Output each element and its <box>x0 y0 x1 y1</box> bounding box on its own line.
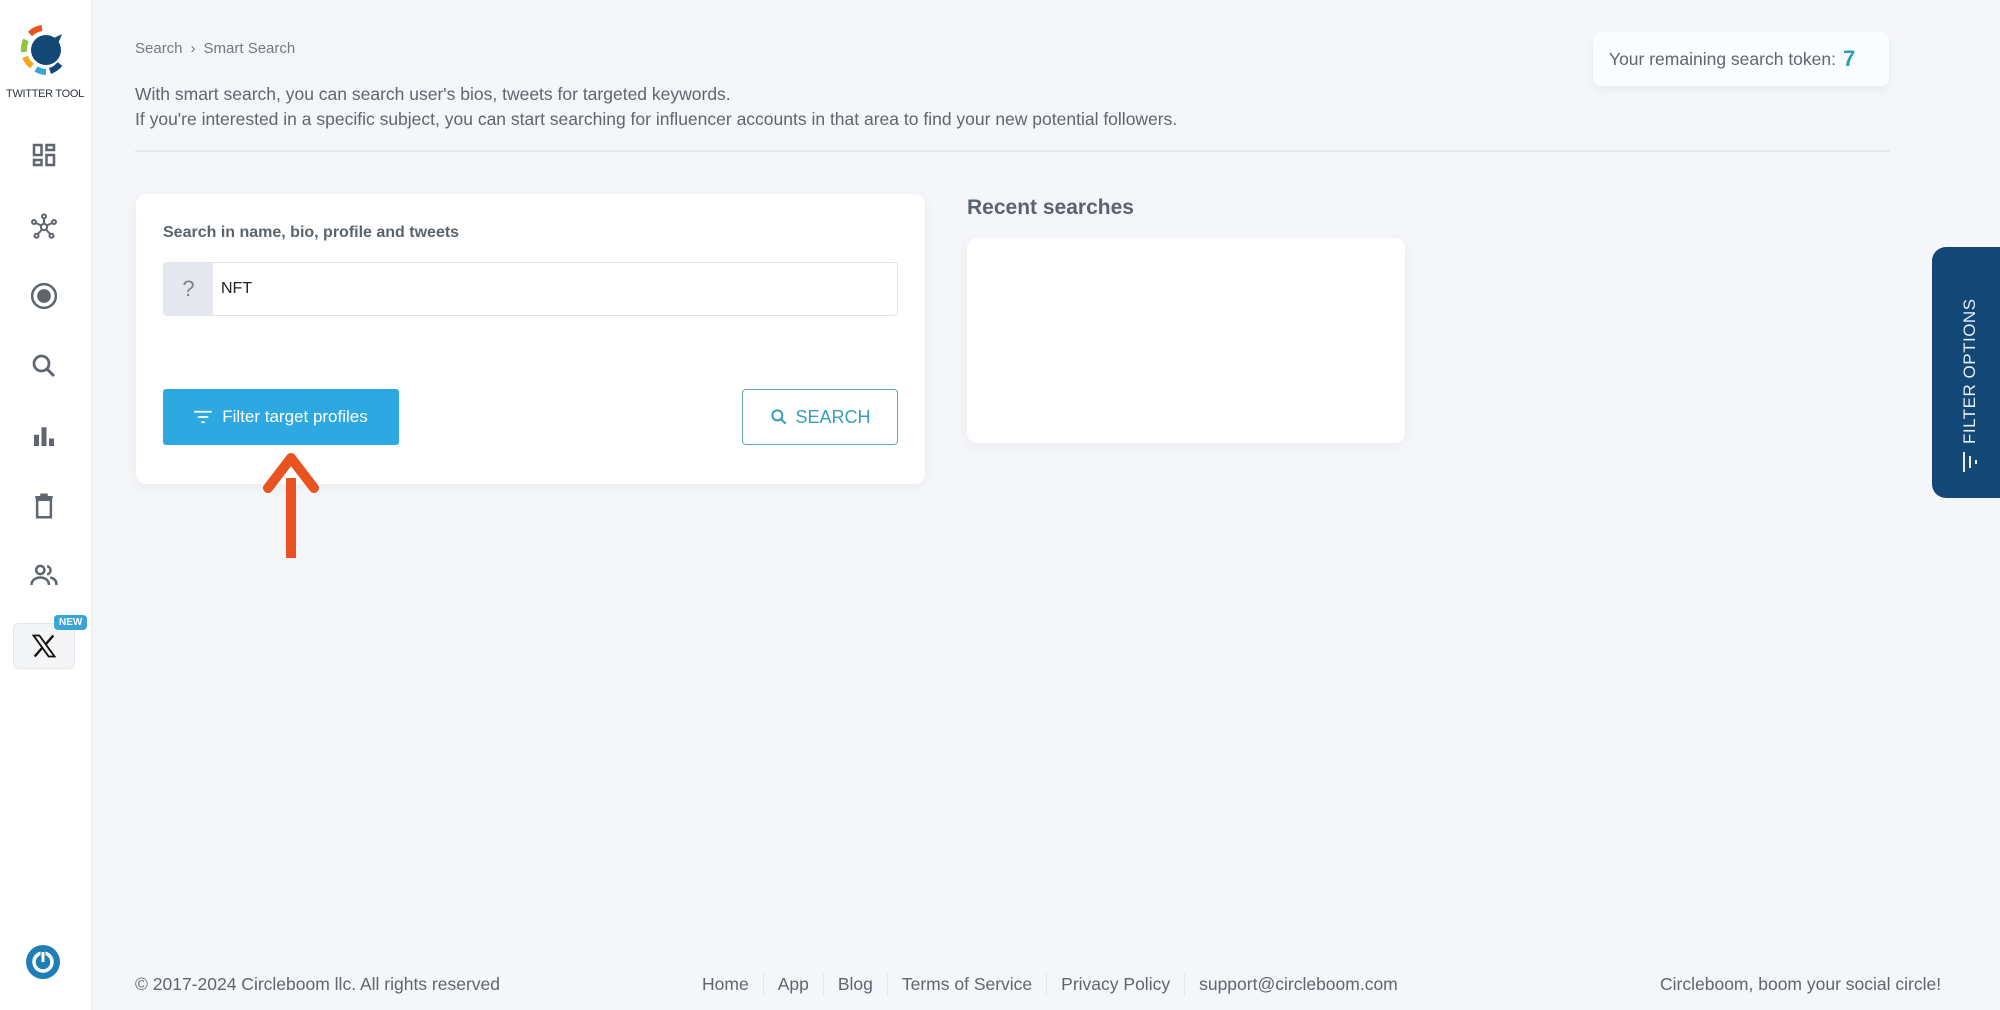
filter-icon <box>194 410 212 424</box>
breadcrumb-search[interactable]: Search <box>135 40 183 57</box>
sidebar-item-analytics[interactable] <box>22 414 66 458</box>
users-icon <box>30 564 58 586</box>
sidebar-item-delete[interactable] <box>22 484 66 528</box>
copyright: © 2017-2024 Circleboom llc. All rights r… <box>135 974 501 994</box>
search-button[interactable]: SEARCH <box>742 389 898 445</box>
circleboom-logo[interactable] <box>16 20 72 80</box>
footer: © 2017-2024 Circleboom llc. All rights r… <box>0 966 2000 1010</box>
token-label: Your remaining search token: <box>1609 48 1836 69</box>
filter-options-tab[interactable]: FILTER OPTIONS <box>1932 247 2000 498</box>
intro-line-1: With smart search, you can search user's… <box>135 84 731 104</box>
breadcrumb-smart-search[interactable]: Smart Search <box>204 40 296 57</box>
footer-link-terms[interactable]: Terms of Service <box>888 973 1048 995</box>
sidebar-item-network[interactable] <box>22 205 66 249</box>
slogan: Circleboom, boom your social circle! <box>1660 974 1942 994</box>
sidebar-item-target[interactable] <box>22 274 66 318</box>
filter-target-profiles-button[interactable]: Filter target profiles <box>163 389 399 445</box>
footer-links: Home App Blog Terms of Service Privacy P… <box>688 966 1412 1002</box>
search-input-group: ? <box>163 262 898 316</box>
x-logo-icon <box>31 634 57 658</box>
footer-link-app[interactable]: App <box>764 973 824 995</box>
search-button-label: SEARCH <box>795 406 871 427</box>
footer-link-privacy[interactable]: Privacy Policy <box>1047 973 1186 995</box>
search-input[interactable] <box>213 263 897 315</box>
search-label: Search in name, bio, profile and tweets <box>163 224 460 241</box>
sidebar: TWITTER TOOL NEW <box>0 0 92 1010</box>
footer-link-blog[interactable]: Blog <box>824 973 888 995</box>
question-icon: ? <box>164 263 213 315</box>
header-divider <box>135 150 1890 152</box>
dashboard-icon <box>32 143 56 167</box>
footer-link-home[interactable]: Home <box>688 973 764 995</box>
footer-link-support-email[interactable]: support@circleboom.com <box>1185 974 1412 995</box>
search-icon <box>771 409 787 425</box>
filter-button-label: Filter target profiles <box>222 407 368 426</box>
trash-icon <box>35 493 53 519</box>
annotation-arrow-icon <box>263 453 319 558</box>
filter-options-label: FILTER OPTIONS <box>1960 298 1979 444</box>
sidebar-item-users[interactable] <box>22 553 66 597</box>
new-badge: NEW <box>54 615 88 630</box>
intro-line-2: If you're interested in a specific subje… <box>135 109 1178 129</box>
target-icon <box>30 282 58 310</box>
search-icon <box>32 354 56 378</box>
breadcrumb: Search › Smart Search <box>135 40 295 57</box>
token-box: Your remaining search token: 7 <box>1593 32 1889 86</box>
chevron-right-icon: › <box>190 40 196 57</box>
filter-icon <box>1963 452 1977 472</box>
token-count: 7 <box>1843 46 1856 71</box>
intro-text: With smart search, you can search user's… <box>135 82 1177 132</box>
analytics-icon <box>34 427 54 446</box>
sidebar-item-search[interactable] <box>22 344 66 388</box>
network-icon <box>31 213 57 239</box>
logo-text: TWITTER TOOL <box>6 88 84 100</box>
recent-searches-title: Recent searches <box>967 196 1134 219</box>
recent-searches-list <box>967 238 1405 443</box>
sidebar-item-dashboard[interactable] <box>22 133 66 177</box>
search-card: Search in name, bio, profile and tweets … <box>136 194 925 484</box>
